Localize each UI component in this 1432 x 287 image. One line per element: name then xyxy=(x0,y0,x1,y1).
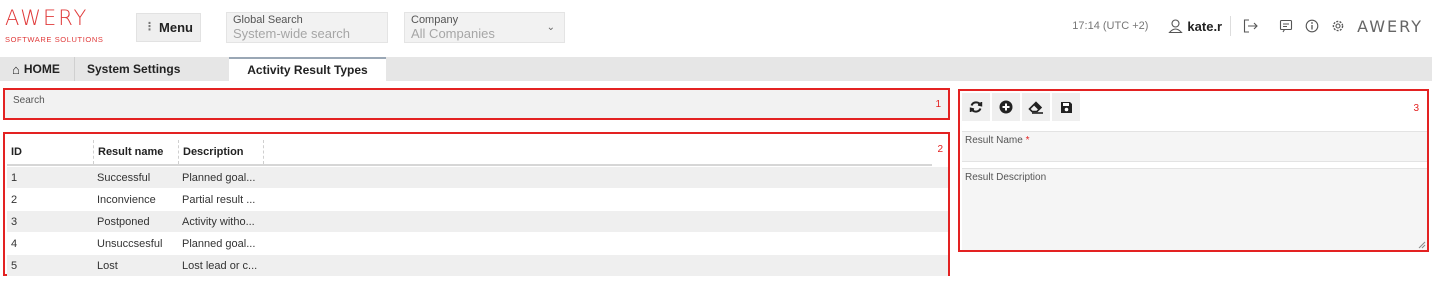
company-label: Company xyxy=(411,14,459,26)
grid-header: ID Result name Description xyxy=(7,140,932,166)
cell-result-name: Unsuccsesful xyxy=(97,238,163,250)
result-name-label-text: Result Name xyxy=(965,135,1023,146)
global-search-label: Global Search xyxy=(233,14,303,26)
cell-result-name: Lost xyxy=(97,260,118,272)
tab-system-settings[interactable]: System Settings xyxy=(74,57,228,81)
logo-subtitle: SOFTWARE SOLUTIONS xyxy=(5,35,104,44)
save-button[interactable] xyxy=(1052,93,1080,121)
form-toolbar xyxy=(962,93,1082,123)
eraser-icon xyxy=(1028,101,1043,114)
cell-description: Partial result ... xyxy=(182,194,256,206)
home-icon: ⌂ xyxy=(12,61,20,77)
cell-result-name: Postponed xyxy=(97,216,150,228)
cell-result-name: Inconvience xyxy=(97,194,156,206)
menu-dots-icon: ⋮ xyxy=(144,21,156,33)
refresh-icon xyxy=(969,101,983,113)
cell-id: 3 xyxy=(11,216,18,228)
cell-description: Lost lead or c... xyxy=(182,260,258,272)
global-search-placeholder: System-wide search xyxy=(233,26,351,41)
user-icon xyxy=(1168,19,1184,33)
cell-id: 1 xyxy=(11,172,18,184)
menu-label: Menu xyxy=(159,20,193,35)
table-row[interactable]: 1 Successful Planned goal... xyxy=(7,167,948,189)
result-name-field[interactable]: Result Name * xyxy=(962,131,1427,162)
annotation-marker-2: 2 xyxy=(937,144,943,155)
company-select[interactable]: Company All Companies ⌄ xyxy=(404,12,565,43)
required-mark: * xyxy=(1025,135,1030,146)
cell-description: Planned goal... xyxy=(182,172,256,184)
chat-icon[interactable] xyxy=(1279,19,1293,33)
app-header: AWERY SOFTWARE SOLUTIONS ⋮ Menu Global S… xyxy=(0,0,1432,52)
refresh-button[interactable] xyxy=(962,93,990,121)
cell-id: 4 xyxy=(11,238,18,250)
awery-logo[interactable]: AWERY SOFTWARE SOLUTIONS xyxy=(5,6,125,48)
resize-grip-icon[interactable] xyxy=(1418,241,1426,249)
add-button[interactable] xyxy=(992,93,1020,121)
user-name: kate.r xyxy=(1187,18,1223,34)
clear-button[interactable] xyxy=(1022,93,1050,121)
table-row[interactable]: 3 Postponed Activity witho... xyxy=(7,211,948,233)
column-header-description[interactable]: Description xyxy=(178,140,264,164)
info-icon[interactable] xyxy=(1305,19,1319,33)
table-row[interactable]: 4 Unsuccsesful Planned goal... xyxy=(7,233,948,255)
result-description-label: Result Description xyxy=(965,172,1047,183)
clock-time: 17:14 (UTC +2) xyxy=(1072,20,1149,32)
results-grid: 2 ID Result name Description 1 Successfu… xyxy=(3,132,950,277)
company-value: All Companies xyxy=(411,26,495,41)
chevron-down-icon: ⌄ xyxy=(546,22,555,33)
cell-id: 2 xyxy=(11,194,18,206)
table-row[interactable]: 2 Inconvience Partial result ... xyxy=(7,189,948,211)
tab-home-label: HOME xyxy=(23,62,60,76)
menu-button[interactable]: ⋮ Menu xyxy=(136,13,201,42)
search-panel[interactable]: Search 1 xyxy=(3,88,950,120)
settings-icon[interactable] xyxy=(1331,19,1345,33)
result-name-label: Result Name * xyxy=(965,135,1030,146)
annotation-marker-3: 3 xyxy=(1413,103,1419,114)
add-icon xyxy=(999,100,1013,114)
global-search-input[interactable]: Global Search System-wide search xyxy=(226,12,388,43)
header-right: 17:14 (UTC +2) kate.r AWERY xyxy=(1072,0,1432,52)
logo-word: AWERY xyxy=(5,6,89,30)
cell-description: Planned goal... xyxy=(182,238,256,250)
tab-activity-result-types[interactable]: Activity Result Types xyxy=(229,57,386,81)
logout-icon[interactable] xyxy=(1243,19,1259,33)
annotation-marker-1: 1 xyxy=(935,99,941,110)
cell-result-name: Successful xyxy=(97,172,151,184)
search-label: Search xyxy=(13,95,45,106)
tab-system-settings-label: System Settings xyxy=(87,62,181,76)
table-row[interactable]: 5 Lost Lost lead or c... xyxy=(7,255,948,277)
brand-right: AWERY xyxy=(1357,16,1423,36)
user-menu[interactable]: kate.r xyxy=(1160,16,1232,36)
cell-id: 5 xyxy=(11,260,18,272)
tab-activity-result-types-label: Activity Result Types xyxy=(247,63,368,77)
save-icon xyxy=(1060,101,1072,113)
edit-form-panel: 3 Result Name * Result Description xyxy=(958,89,1429,252)
tab-bar: ⌂ HOME System Settings Activity Result T… xyxy=(0,57,1432,81)
result-description-field[interactable]: Result Description xyxy=(962,168,1427,250)
cell-description: Activity witho... xyxy=(182,216,255,228)
column-header-result-name[interactable]: Result name xyxy=(93,140,179,164)
tab-home[interactable]: ⌂ HOME xyxy=(12,57,60,81)
column-header-id[interactable]: ID xyxy=(7,140,93,164)
